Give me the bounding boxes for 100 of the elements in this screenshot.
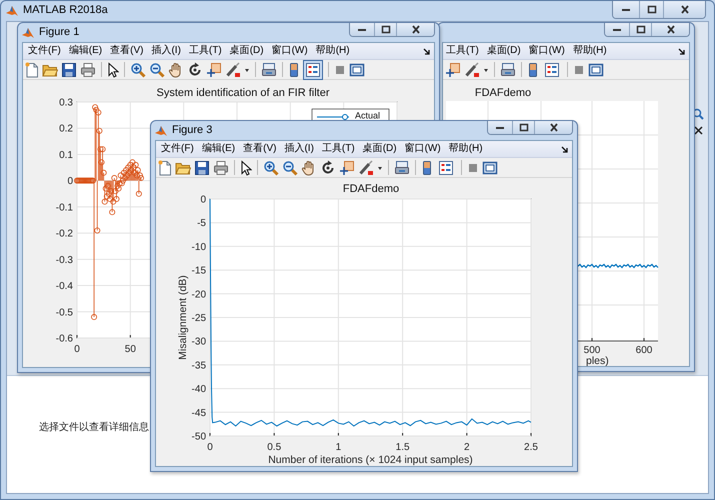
- link-plot-icon[interactable]: [500, 62, 516, 78]
- menu-item[interactable]: 桌面(D): [362, 143, 397, 155]
- search-icon[interactable]: [692, 108, 704, 120]
- tick-label: 0: [200, 194, 206, 206]
- menu-item[interactable]: 插入(I): [151, 45, 181, 57]
- tick-label: -15: [192, 266, 206, 277]
- legend-line-icon: [316, 114, 350, 120]
- menu-item[interactable]: 桌面(D): [486, 45, 521, 57]
- close-button[interactable]: [534, 121, 572, 134]
- zoom-in-icon[interactable]: [130, 62, 146, 78]
- close-icon: [680, 5, 690, 14]
- menu-item[interactable]: 文件(F): [28, 45, 61, 57]
- new-file-icon[interactable]: [25, 62, 39, 78]
- colorbar-icon[interactable]: [421, 160, 433, 176]
- tick-label: -0.1: [56, 202, 73, 214]
- close-button[interactable]: [651, 23, 689, 36]
- menu-item[interactable]: 编辑(E): [202, 143, 236, 155]
- menu-item[interactable]: 文件(F): [161, 143, 194, 155]
- colorbar-icon[interactable]: [288, 62, 300, 78]
- save-icon[interactable]: [61, 62, 77, 78]
- menu-item[interactable]: 窗口(W): [404, 143, 441, 155]
- maximize-button[interactable]: [512, 121, 534, 134]
- menu-item[interactable]: 帮助(H): [316, 45, 350, 57]
- window-icon[interactable]: [588, 62, 604, 78]
- tick-label: 600: [636, 345, 652, 356]
- brush-icon[interactable]: [358, 160, 374, 176]
- details-text: 选择文件以查看详细信息: [39, 422, 149, 433]
- maximize-icon: [380, 25, 390, 34]
- menu-item[interactable]: 窗口(W): [272, 45, 308, 57]
- tick-label: -30: [192, 336, 206, 348]
- save-icon[interactable]: [194, 160, 210, 176]
- tick-label: -0.3: [56, 254, 73, 266]
- maximize-button[interactable]: [374, 23, 396, 36]
- tick-label: -0.4: [56, 281, 73, 292]
- window-icon[interactable]: [349, 62, 365, 78]
- tick-label: 2.5: [524, 442, 538, 453]
- rotate-icon[interactable]: [320, 160, 336, 176]
- menu-item[interactable]: 窗口(W): [528, 45, 565, 57]
- zoom-out-icon[interactable]: [149, 62, 165, 78]
- menu-item[interactable]: 工具(T): [188, 45, 222, 57]
- tick-label: 0.5: [267, 442, 282, 453]
- link-plot-icon[interactable]: [261, 62, 277, 78]
- brush-icon[interactable]: [464, 62, 480, 78]
- data-cursor-icon[interactable]: [206, 62, 222, 78]
- maximize-icon: [518, 123, 528, 132]
- tick-label: 2: [464, 442, 470, 453]
- close-icon[interactable]: [694, 126, 703, 135]
- menu-item[interactable]: 工具(T): [322, 143, 355, 155]
- menu-item[interactable]: 帮助(H): [572, 45, 607, 57]
- zoom-out-icon[interactable]: [282, 160, 298, 176]
- pointer-icon[interactable]: [107, 62, 119, 78]
- legend-label: Actual: [355, 110, 380, 120]
- minimize-button[interactable]: [488, 121, 512, 134]
- window-title: Figure 3: [172, 124, 212, 137]
- menu-item[interactable]: 插入(I): [284, 143, 314, 155]
- data-cursor-icon[interactable]: [339, 160, 355, 176]
- zoom-in-icon[interactable]: [263, 160, 279, 176]
- maximize-button[interactable]: [639, 1, 663, 18]
- window-icon[interactable]: [482, 160, 498, 176]
- matlab-logo-icon: [22, 27, 34, 39]
- menu-item[interactable]: 帮助(H): [448, 143, 483, 155]
- dock-arrow-icon[interactable]: [678, 48, 685, 54]
- minimize-button[interactable]: [605, 23, 629, 36]
- tick-label: 500: [584, 345, 600, 356]
- matlab-logo-icon: [155, 125, 167, 137]
- data-cursor-icon[interactable]: [445, 62, 461, 78]
- print-icon[interactable]: [80, 62, 96, 78]
- axis-label: Misalignment (dB): [177, 275, 189, 360]
- minimize-button[interactable]: [613, 1, 639, 18]
- tick-label: -25: [192, 313, 206, 324]
- rotate-icon[interactable]: [187, 62, 203, 78]
- minimize-button[interactable]: [350, 23, 374, 36]
- menu-item[interactable]: 查看(V): [110, 45, 144, 57]
- menu-item[interactable]: 桌面(D): [230, 45, 264, 57]
- close-button[interactable]: [663, 1, 705, 18]
- menu-item[interactable]: 查看(V): [243, 143, 276, 155]
- chart-title: FDAFdemo: [342, 183, 400, 195]
- maximize-icon: [636, 25, 646, 34]
- tick-label: -0.6: [56, 334, 73, 344]
- tick-label: -0.5: [56, 307, 73, 318]
- tick-label: 0: [207, 442, 213, 453]
- dock-arrow-icon[interactable]: [561, 146, 568, 152]
- chart-title: FDAFdemo: [474, 87, 532, 99]
- brush-icon[interactable]: [225, 62, 241, 78]
- tick-label: 1: [336, 442, 342, 453]
- print-icon[interactable]: [213, 160, 229, 176]
- tick-label: 1.5: [396, 442, 410, 453]
- new-file-icon[interactable]: [158, 160, 172, 176]
- maximize-icon: [646, 5, 656, 14]
- close-icon: [666, 25, 676, 34]
- maximize-button[interactable]: [629, 23, 651, 36]
- menu-item[interactable]: 编辑(E): [68, 45, 102, 57]
- dock-arrow-icon[interactable]: [423, 48, 430, 54]
- colorbar-icon[interactable]: [527, 62, 539, 78]
- axis-label: Number of iterations (× 1024 input samples): [268, 454, 473, 466]
- pointer-icon[interactable]: [240, 160, 252, 176]
- link-plot-icon[interactable]: [394, 160, 410, 176]
- close-button[interactable]: [396, 23, 434, 36]
- close-icon: [548, 123, 558, 132]
- menu-item[interactable]: 工具(T): [446, 45, 479, 57]
